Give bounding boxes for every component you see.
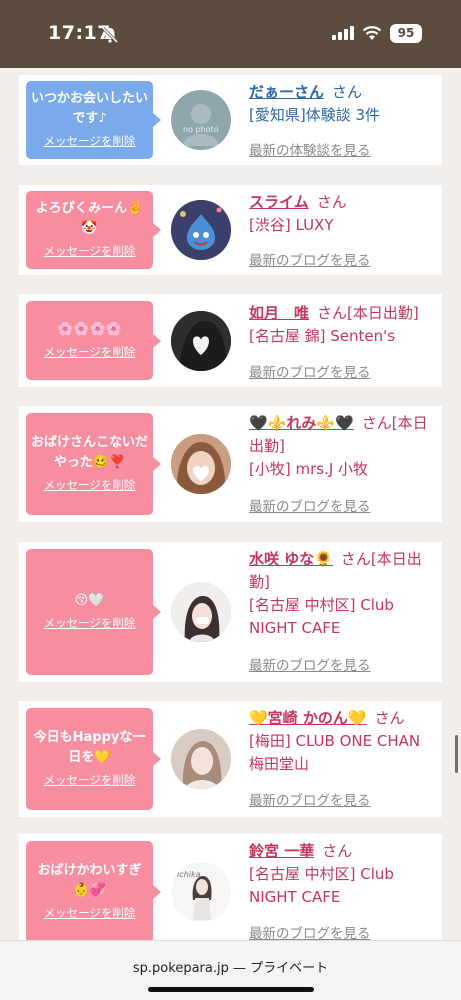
latest-blog-link[interactable]: 最新のブログを見る [249,361,371,381]
browser-address-bar: sp.pokepara.jp — プライベート [0,940,461,1000]
latest-blog-link[interactable]: 最新のブログを見る [249,249,371,269]
slime-photo-icon [171,200,231,260]
message-bubble: 今日もHappyな一日を💛 メッセージを削除 [26,708,161,810]
battery-indicator: 95 [390,24,422,43]
avatar[interactable] [171,729,231,789]
profile-photo-icon [171,311,231,371]
message-bubble: 🌸🌸🌸🌸 メッセージを削除 [26,301,161,380]
honorific: さん [374,709,405,727]
message-text: よろぴくみーん✌️🤡 [35,201,144,236]
shop-info: [名古屋 中村区] Club NIGHT CAFE [249,596,394,637]
profile-info: 鈴宮 一華 さん [名古屋 中村区] Club NIGHT CAFE [249,840,439,909]
message-card: いつかお会いしたいです♪ メッセージを削除 no photo だぁーさん さん [… [19,75,442,165]
profile-photo-icon [171,729,231,789]
honorific: さん [322,842,353,860]
profile-photo-icon [171,434,231,494]
shop-info: [小牧] mrs.J 小牧 [249,460,369,478]
message-bubble: おばけさんこないだやった🥴❣️ メッセージを削除 [26,413,161,515]
message-card: よろぴくみーん✌️🤡 メッセージを削除 スライム さん [渋谷] LUXY 最新の… [19,185,442,275]
avatar[interactable]: Ichika [171,862,231,922]
scrollbar[interactable] [455,735,458,773]
profile-name-link[interactable]: 💛宮崎 かのん💛 [249,709,367,727]
message-card: 🌸🌸🌸🌸 メッセージを削除 如月 唯さん[本日出勤] [名古屋 錦] Sente… [19,294,442,387]
silent-bell-icon [101,26,119,44]
profile-info: 如月 唯さん[本日出勤] [名古屋 錦] Senten's [249,302,439,348]
avatar[interactable]: no photo [171,90,231,150]
latest-blog-link[interactable]: 最新のブログを見る [249,654,371,674]
message-card: 😚🤍 メッセージを削除 水咲 ゆな🌻 さん[本日出勤] [名古屋 中村区] Clu… [19,542,442,682]
no-photo-silhouette-icon [183,104,219,146]
avatar[interactable] [171,311,231,371]
message-bubble: 😚🤍 メッセージを削除 [26,549,161,675]
message-list: いつかお会いしたいです♪ メッセージを削除 no photo だぁーさん さん [… [0,68,461,940]
url-label[interactable]: sp.pokepara.jp — プライベート [0,957,461,976]
message-card: 今日もHappyな一日を💛 メッセージを削除 💛宮崎 かのん💛 さん [梅田] C… [19,701,442,817]
profile-name-link[interactable]: スライム [249,193,309,211]
delete-message-link[interactable]: メッセージを削除 [44,903,136,923]
profile-photo-icon [171,582,231,642]
avatar[interactable] [171,434,231,494]
no-photo-label: no photo [183,125,219,134]
honorific: さん [332,83,363,101]
profile-info: 水咲 ゆな🌻 さん[本日出勤] [名古屋 中村区] Club NIGHT CAFE [249,548,439,640]
cellular-signal-icon [332,26,354,40]
profile-info: スライム さん [渋谷] LUXY [249,191,439,237]
avatar[interactable] [171,200,231,260]
profile-info: 🖤⚜️れみ⚜️🖤 さん[本日出勤] [小牧] mrs.J 小牧 [249,412,439,481]
delete-message-link[interactable]: メッセージを削除 [44,475,136,495]
profile-name-link[interactable]: 如月 唯 [249,304,309,322]
message-text: 今日もHappyな一日を💛 [33,730,146,765]
honorific: さん [316,193,347,211]
latest-review-link[interactable]: 最新の体験談を見る [249,139,371,159]
profile-info: だぁーさん さん [愛知県]体験談 3件 [249,81,439,127]
shop-info: [渋谷] LUXY [249,216,334,234]
profile-name-link[interactable]: 水咲 ゆな🌻 [249,550,333,568]
avatar[interactable] [171,582,231,642]
status-bar: 17:17 95 [0,0,461,68]
message-card: おばけかわいすぎ👶💞 メッセージを削除 Ichika 鈴宮 一華 さん [名古屋 … [19,834,442,940]
profile-name-link[interactable]: だぁーさん [249,83,324,101]
profile-detail: [愛知県]体験談 3件 [249,106,381,124]
home-indicator[interactable] [148,987,314,992]
profile-info: 💛宮崎 かのん💛 さん [梅田] CLUB ONE CHAN 梅田堂山 [249,707,439,776]
profile-name-link[interactable]: 🖤⚜️れみ⚜️🖤 [249,414,354,432]
latest-blog-link[interactable]: 最新のブログを見る [249,495,371,515]
latest-blog-link[interactable]: 最新のブログを見る [249,789,371,809]
message-text: 🌸🌸🌸🌸 [57,321,122,337]
message-card: おばけさんこないだやった🥴❣️ メッセージを削除 🖤⚜️れみ⚜️🖤 さん[本日出勤… [19,406,442,522]
message-text: おばけさんこないだやった🥴❣️ [30,435,148,470]
shop-info: [名古屋 中村区] Club NIGHT CAFE [249,865,394,906]
photo-signature: Ichika [177,870,201,879]
shop-info: [名古屋 錦] Senten's [249,327,396,345]
profile-name-link[interactable]: 鈴宮 一華 [249,842,314,860]
honorific: さん[本日出勤] [317,304,419,322]
message-text: 😚🤍 [74,593,105,608]
message-bubble: よろぴくみーん✌️🤡 メッセージを削除 [26,191,161,269]
delete-message-link[interactable]: メッセージを削除 [44,770,136,790]
delete-message-link[interactable]: メッセージを削除 [44,613,136,633]
delete-message-link[interactable]: メッセージを削除 [44,342,136,362]
message-text: おばけかわいすぎ👶💞 [37,863,142,898]
message-bubble: おばけかわいすぎ👶💞 メッセージを削除 [26,841,161,940]
message-bubble: いつかお会いしたいです♪ メッセージを削除 [26,81,161,159]
delete-message-link[interactable]: メッセージを削除 [44,241,136,261]
delete-message-link[interactable]: メッセージを削除 [44,131,136,151]
latest-blog-link[interactable]: 最新のブログを見る [249,922,371,940]
shop-info: [梅田] CLUB ONE CHAN 梅田堂山 [249,732,421,773]
wifi-icon [362,26,382,40]
message-text: いつかお会いしたいです♪ [30,91,148,126]
